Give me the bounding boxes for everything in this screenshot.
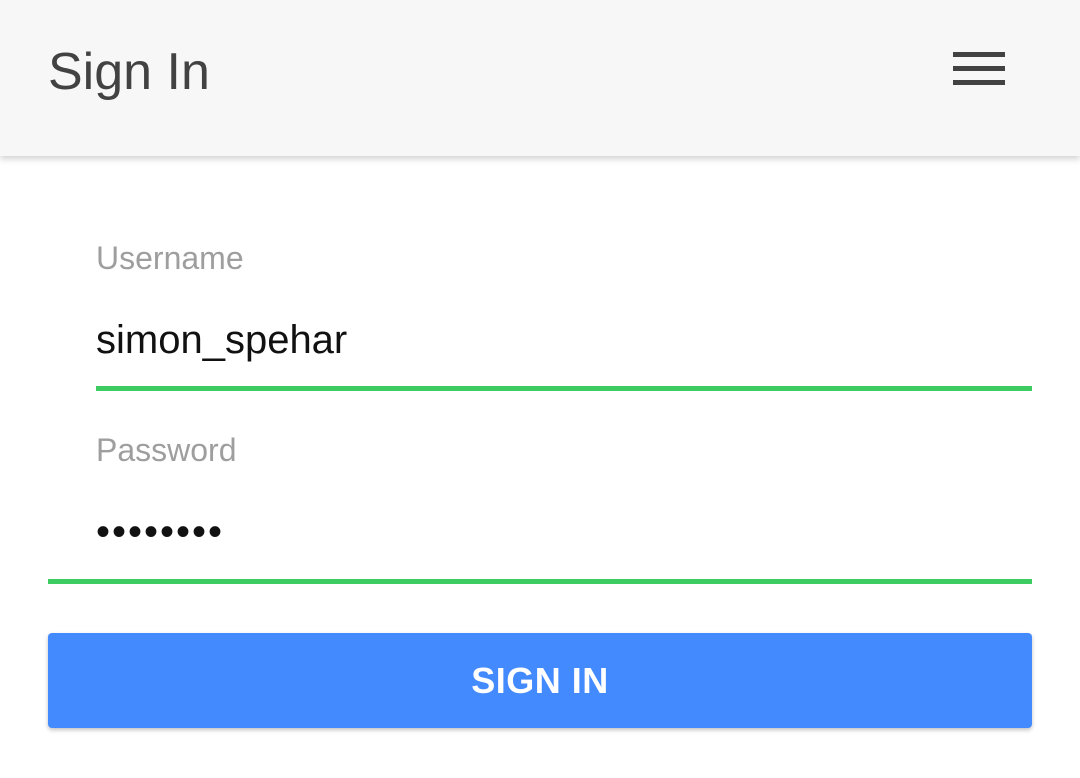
sign-in-form: Username Password SIGN IN (0, 156, 1080, 778)
password-underline (48, 579, 1032, 584)
hamburger-menu-icon (953, 52, 1005, 88)
sign-in-button[interactable]: SIGN IN (48, 633, 1032, 728)
username-label: Username (96, 240, 244, 276)
password-label: Password (96, 432, 237, 468)
username-underline (96, 386, 1032, 391)
username-field[interactable] (96, 312, 1032, 368)
page-title: Sign In (48, 43, 210, 101)
menu-button[interactable] (938, 36, 1018, 108)
app-bar: Sign In (0, 0, 1080, 156)
password-field[interactable] (96, 504, 1032, 560)
